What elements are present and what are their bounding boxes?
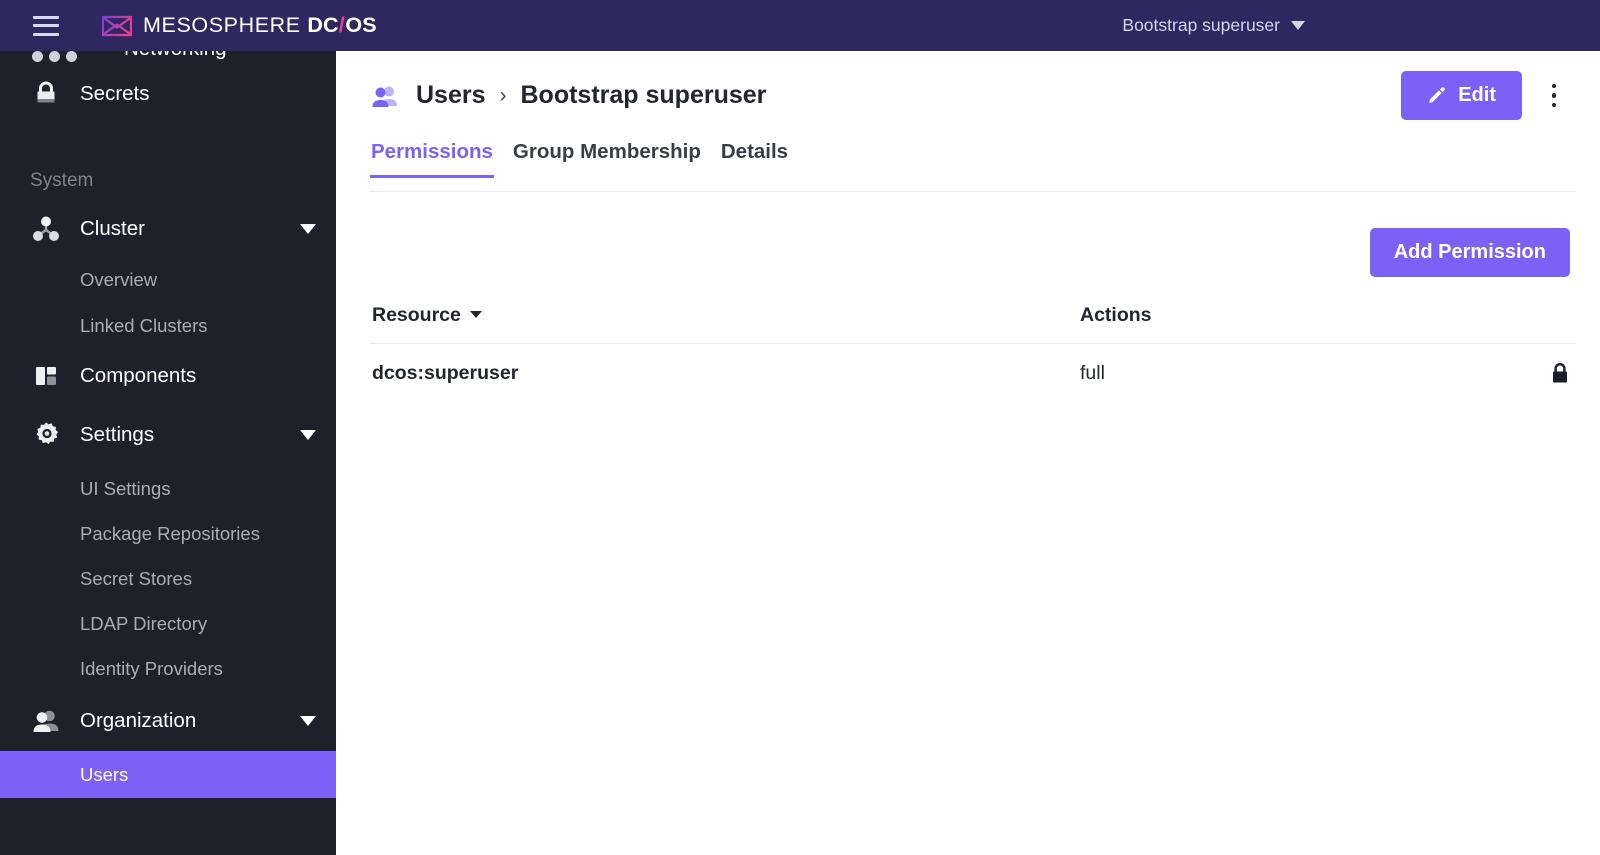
kebab-dot <box>1551 102 1557 108</box>
sidebar-item-ldap-directory[interactable]: LDAP Directory <box>0 601 336 646</box>
cell-actions: full <box>1080 362 1105 385</box>
tab-label: Permissions <box>371 140 493 163</box>
hamburger-bar <box>33 24 59 27</box>
chevron-down-icon[interactable] <box>300 429 316 440</box>
permissions-table-body: dcos:superuser full <box>370 344 1576 386</box>
sidebar-item-linked-clusters[interactable]: Linked Clusters <box>0 303 336 349</box>
sidebar-item-label: Overview <box>80 269 158 290</box>
user-account-menu[interactable]: Bootstrap superuser <box>1122 0 1600 51</box>
kebab-dot <box>1551 83 1557 89</box>
brand-name: MESOSPHERE <box>143 13 301 37</box>
sidebar-item-cluster[interactable]: Cluster <box>0 200 336 257</box>
ellipsis-dot <box>32 51 43 62</box>
top-bar: MESOSPHERE DC/OS Bootstrap superuser <box>0 0 1600 51</box>
sidebar-item-label: Components <box>80 364 197 387</box>
sidebar-item-secret-stores[interactable]: Secret Stores <box>0 556 336 601</box>
brand-wordmark: MESOSPHERE DC/OS <box>143 13 377 38</box>
cell-lock <box>1516 344 1576 386</box>
hamburger-bar <box>33 15 59 19</box>
sidebar-section-system: System <box>0 122 336 200</box>
header-actions: Edit <box>1401 71 1568 120</box>
sidebar-item-label: Linked Clusters <box>80 315 208 336</box>
chevron-down-icon[interactable] <box>300 716 316 726</box>
brand-product-dc: DC <box>307 13 339 37</box>
sidebar-item-label: Secrets <box>80 81 150 105</box>
page-header: Users › Bootstrap superuser Edit <box>336 51 1600 140</box>
main-content: Users › Bootstrap superuser Edit Permiss… <box>336 51 1600 855</box>
sidebar-item-overview[interactable]: Overview <box>0 257 336 303</box>
sidebar-navigation: Networking Secrets System <box>0 51 336 855</box>
column-header-actions[interactable]: Actions <box>1080 304 1516 344</box>
caret-down-icon <box>469 311 482 318</box>
pencil-icon <box>1429 87 1445 103</box>
hamburger-bar <box>33 32 59 36</box>
breadcrumb: Users › Bootstrap superuser <box>370 81 766 110</box>
permissions-table-head: Resource Actions <box>370 304 1576 344</box>
gear-icon <box>28 420 64 450</box>
column-header-lock <box>1516 304 1576 344</box>
chevron-down-icon <box>1291 21 1305 30</box>
tab-label: Group Membership <box>512 140 701 163</box>
sidebar-item-label: UI Settings <box>80 477 171 499</box>
sidebar-item-organization[interactable]: Organization <box>0 691 336 751</box>
sidebar-item-label: LDAP Directory <box>80 612 208 634</box>
table-header-row: Resource Actions <box>370 304 1576 344</box>
table-row[interactable]: dcos:superuser full <box>370 344 1576 386</box>
column-header-resource[interactable]: Resource <box>370 304 1080 344</box>
hamburger-menu-icon[interactable] <box>33 15 59 36</box>
sidebar-item-label: Cluster <box>80 216 145 240</box>
user-account-label: Bootstrap superuser <box>1122 15 1280 35</box>
tab-permissions[interactable]: Permissions <box>370 140 494 178</box>
dcos-admin-page: MESOSPHERE DC/OS Bootstrap superuser Net… <box>0 0 1600 855</box>
tab-details[interactable]: Details <box>720 140 789 178</box>
lock-icon <box>1553 363 1567 383</box>
breadcrumb-root-link[interactable]: Users <box>416 81 486 110</box>
sidebar-section-label: System <box>30 170 94 191</box>
permissions-panel: Add Permission Resource Actions dcos:sup… <box>336 192 1600 385</box>
permissions-table: Resource Actions dcos:superuser full <box>370 304 1576 385</box>
sidebar-item-label: Identity Providers <box>80 657 223 679</box>
sidebar-item-label: Networking <box>124 51 227 61</box>
ellipsis-icon <box>32 51 77 62</box>
cluster-nodes-icon <box>28 214 64 244</box>
cell-resource: dcos:superuser <box>372 362 519 385</box>
sidebar-item-label: Organization <box>80 709 197 732</box>
sidebar-item-secrets[interactable]: Secrets <box>0 65 336 122</box>
column-header-label: Actions <box>1080 304 1152 326</box>
tab-bar: Permissions Group Membership Details <box>336 140 1600 192</box>
sidebar-item-package-repositories[interactable]: Package Repositories <box>0 511 336 556</box>
sidebar-item-label: Settings <box>80 422 155 446</box>
sidebar-item-label: Users <box>80 763 129 785</box>
lock-icon <box>28 79 64 109</box>
tab-group-membership[interactable]: Group Membership <box>512 140 702 178</box>
sidebar-item-ui-settings[interactable]: UI Settings <box>0 466 336 511</box>
sidebar-item-label: Secret Stores <box>80 567 193 589</box>
sidebar-item-settings[interactable]: Settings <box>0 403 336 466</box>
sidebar-item-networking[interactable]: Networking <box>0 51 336 65</box>
user-avatar-icon <box>372 86 397 107</box>
permissions-actions: Add Permission <box>370 192 1576 277</box>
edit-button-label: Edit <box>1458 84 1496 106</box>
ellipsis-dot <box>66 51 77 62</box>
breadcrumb-separator: › <box>499 83 507 107</box>
kebab-dot <box>1551 93 1557 98</box>
tab-bar-divider <box>370 191 1576 192</box>
ellipsis-dot <box>49 51 60 62</box>
brand-logo[interactable]: MESOSPHERE DC/OS <box>102 13 377 38</box>
breadcrumb-current: Bootstrap superuser <box>520 81 767 109</box>
kebab-menu-icon[interactable] <box>1540 76 1568 116</box>
sidebar-item-components[interactable]: Components <box>0 349 336 403</box>
edit-button[interactable]: Edit <box>1401 71 1522 120</box>
chevron-down-icon[interactable] <box>300 223 316 234</box>
components-grid-icon <box>28 361 64 391</box>
sidebar-item-label: Package Repositories <box>80 522 260 544</box>
mesosphere-logo-icon <box>102 15 132 36</box>
sidebar-item-identity-providers[interactable]: Identity Providers <box>0 646 336 691</box>
column-header-label: Resource <box>372 304 461 326</box>
sidebar-item-users[interactable]: Users <box>0 751 336 798</box>
tab-label: Details <box>720 140 789 163</box>
brand-product-os: OS <box>345 13 377 37</box>
add-permission-button[interactable]: Add Permission <box>1369 228 1570 277</box>
users-icon <box>28 706 64 736</box>
